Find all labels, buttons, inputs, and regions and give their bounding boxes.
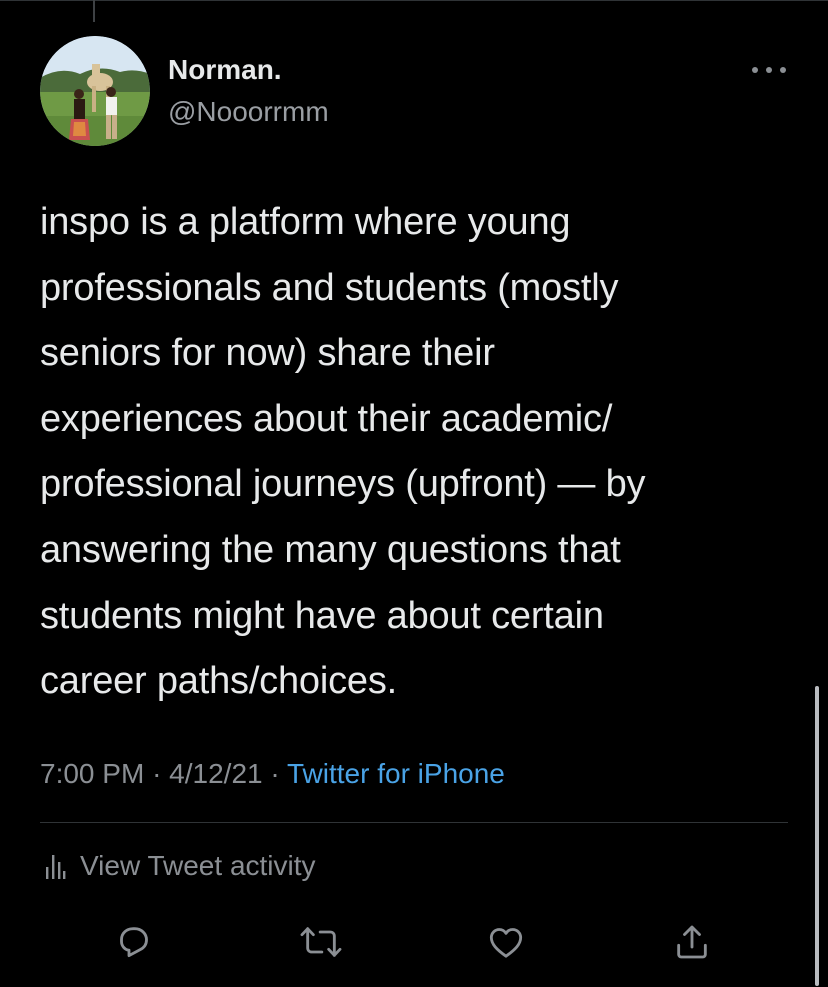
scrollbar[interactable]: [815, 686, 819, 986]
tweet-meta: 7:00 PM · 4/12/21 · Twitter for iPhone: [40, 756, 505, 792]
reply-button[interactable]: [110, 918, 158, 966]
heart-icon: [489, 928, 523, 958]
more-icon[interactable]: [752, 60, 786, 80]
tweet-date: 4/12/21: [169, 758, 263, 789]
meta-separator: ·: [270, 758, 280, 789]
avatar[interactable]: [40, 36, 150, 146]
bar-chart-icon: [46, 855, 66, 879]
share-icon: [677, 925, 707, 959]
display-name[interactable]: Norman.: [168, 52, 282, 88]
share-button[interactable]: [668, 918, 716, 966]
more-dot: [752, 67, 758, 73]
retweet-button[interactable]: [297, 918, 345, 966]
thread-line: [93, 0, 95, 22]
more-dot: [780, 67, 786, 73]
retweet-icon: [300, 927, 342, 957]
tweet-text: inspo is a platform where young professi…: [40, 201, 646, 703]
activity-label: View Tweet activity: [80, 850, 316, 881]
more-dot: [766, 67, 772, 73]
top-border: [0, 0, 828, 1]
tweet-time: 7:00 PM: [40, 758, 145, 789]
like-button[interactable]: [482, 918, 530, 966]
avatar-photo: [40, 36, 150, 146]
reply-icon: [120, 927, 148, 958]
divider: [40, 822, 788, 823]
view-tweet-activity-button[interactable]: View Tweet activity: [44, 846, 316, 886]
meta-separator: ·: [152, 758, 162, 789]
tweet-source-link[interactable]: Twitter for iPhone: [287, 758, 505, 789]
user-handle[interactable]: @Nooorrmm: [168, 94, 329, 130]
